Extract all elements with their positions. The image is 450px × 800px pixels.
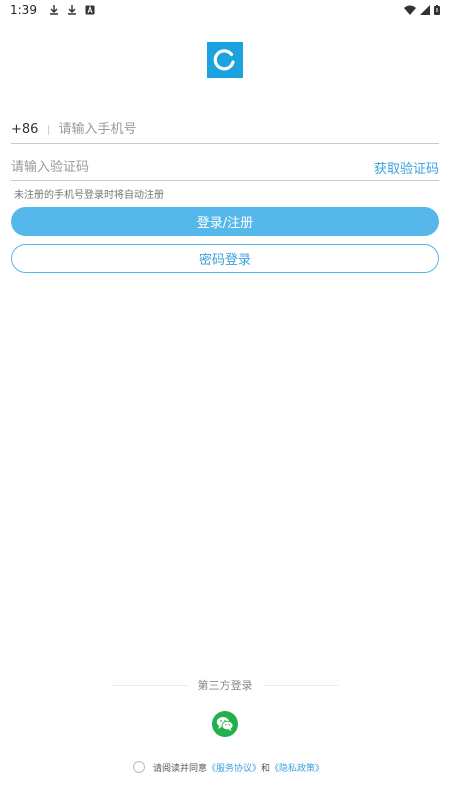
app-logo-c-icon [207, 42, 243, 78]
status-bar: 1:39 [0, 0, 450, 20]
notification-a-icon [85, 5, 95, 15]
signal-icon [420, 5, 430, 15]
privacy-policy-link[interactable]: 《隐私政策》 [270, 761, 324, 774]
phone-input[interactable] [58, 122, 439, 137]
third-party-label: 第三方登录 [197, 679, 253, 692]
get-code-button[interactable]: 获取验证码 [374, 158, 439, 177]
logo-ring-icon [213, 49, 235, 71]
country-code[interactable]: +86 [11, 122, 38, 137]
agreement-conjunction: 和 [261, 763, 271, 774]
code-row: 获取验证码 [11, 154, 439, 181]
agreement-prefix: 请阅读并同意 [153, 763, 208, 774]
verification-code-input[interactable] [11, 159, 374, 175]
status-notifications [49, 5, 95, 15]
download-icon [49, 5, 58, 15]
divider-line [112, 684, 188, 686]
wechat-login-button[interactable] [212, 711, 238, 737]
service-agreement-link[interactable]: 《服务协议》 [207, 761, 261, 774]
phone-row: +86 [11, 116, 439, 144]
divider [48, 124, 50, 135]
login-register-button[interactable]: 登录/注册 [11, 207, 439, 236]
status-system-icons [404, 5, 440, 15]
agreement-row: 请阅读并同意 《服务协议》 和 《隐私政策》 [133, 760, 324, 774]
status-time: 1:39 [10, 3, 37, 17]
password-login-button[interactable]: 密码登录 [11, 244, 439, 273]
wifi-icon [404, 5, 416, 15]
auto-register-hint: 未注册的手机号登录时将自动注册 [14, 190, 164, 201]
third-party-login-divider: 第三方登录 [112, 678, 338, 692]
download-icon [67, 5, 76, 15]
divider-line [262, 684, 338, 686]
agreement-checkbox[interactable] [133, 761, 145, 773]
wechat-icon [216, 717, 234, 731]
battery-icon [434, 5, 440, 15]
